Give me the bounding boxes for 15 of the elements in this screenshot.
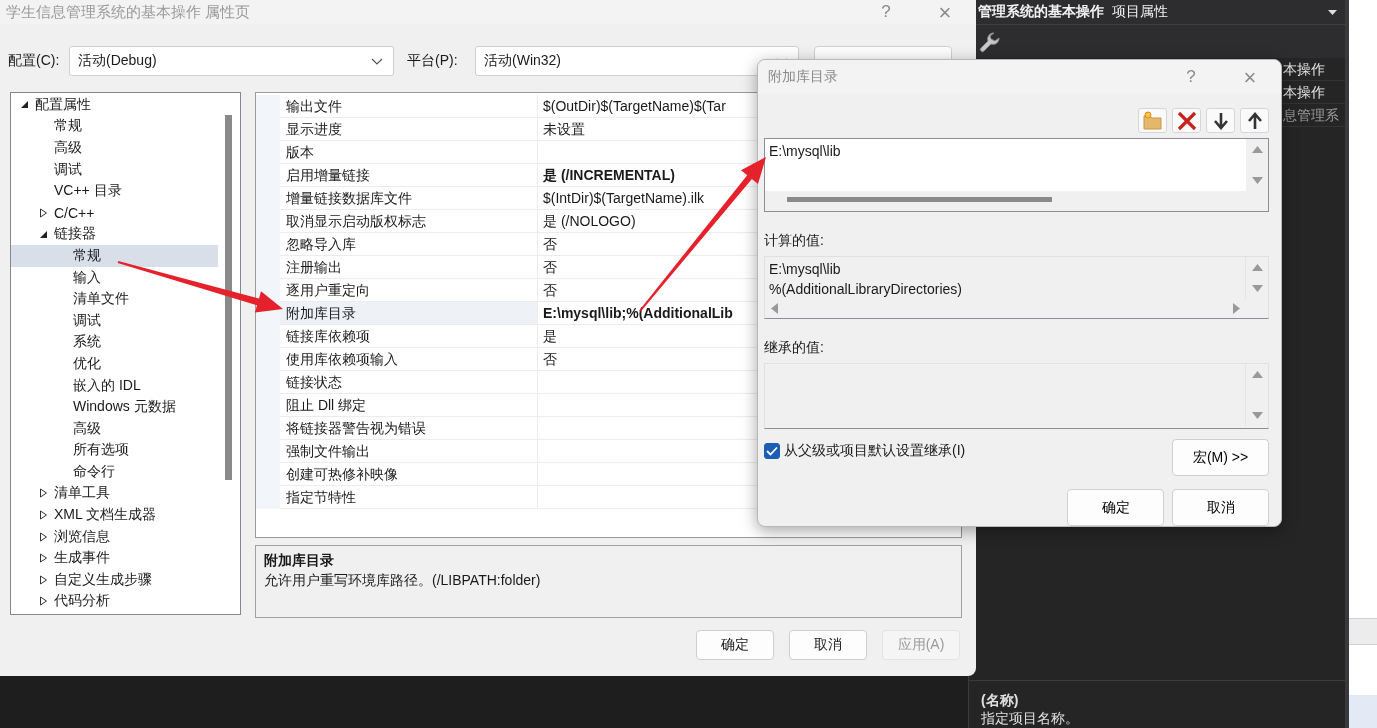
description-title: (名称) [981, 691, 1020, 709]
property-name: 本操作 [1283, 61, 1325, 79]
description-title: 附加库目录 [264, 551, 335, 570]
panel-title: 项目属性 [1112, 3, 1168, 21]
value-text: %(AdditionalLibraryDirectories) [769, 280, 963, 299]
description-text: 指定项目名称。 [981, 709, 1080, 727]
description-text: 允许用户重写环境库路径。(/LIBPATH:folder) [264, 571, 542, 590]
section-label: 计算的值: [764, 231, 825, 249]
field-label: 配置(C): [7, 52, 61, 70]
value-text: E:\mysql\lib [769, 260, 842, 279]
field-label: 平台(P): [407, 52, 459, 70]
panel-title: 管理系统的基本操作 [978, 3, 1104, 21]
property-name: 本操作 [1283, 84, 1325, 102]
property-name: 息管理系 [1283, 107, 1339, 125]
window-title: 学生信息管理系统的基本操作 属性页 [6, 2, 251, 22]
